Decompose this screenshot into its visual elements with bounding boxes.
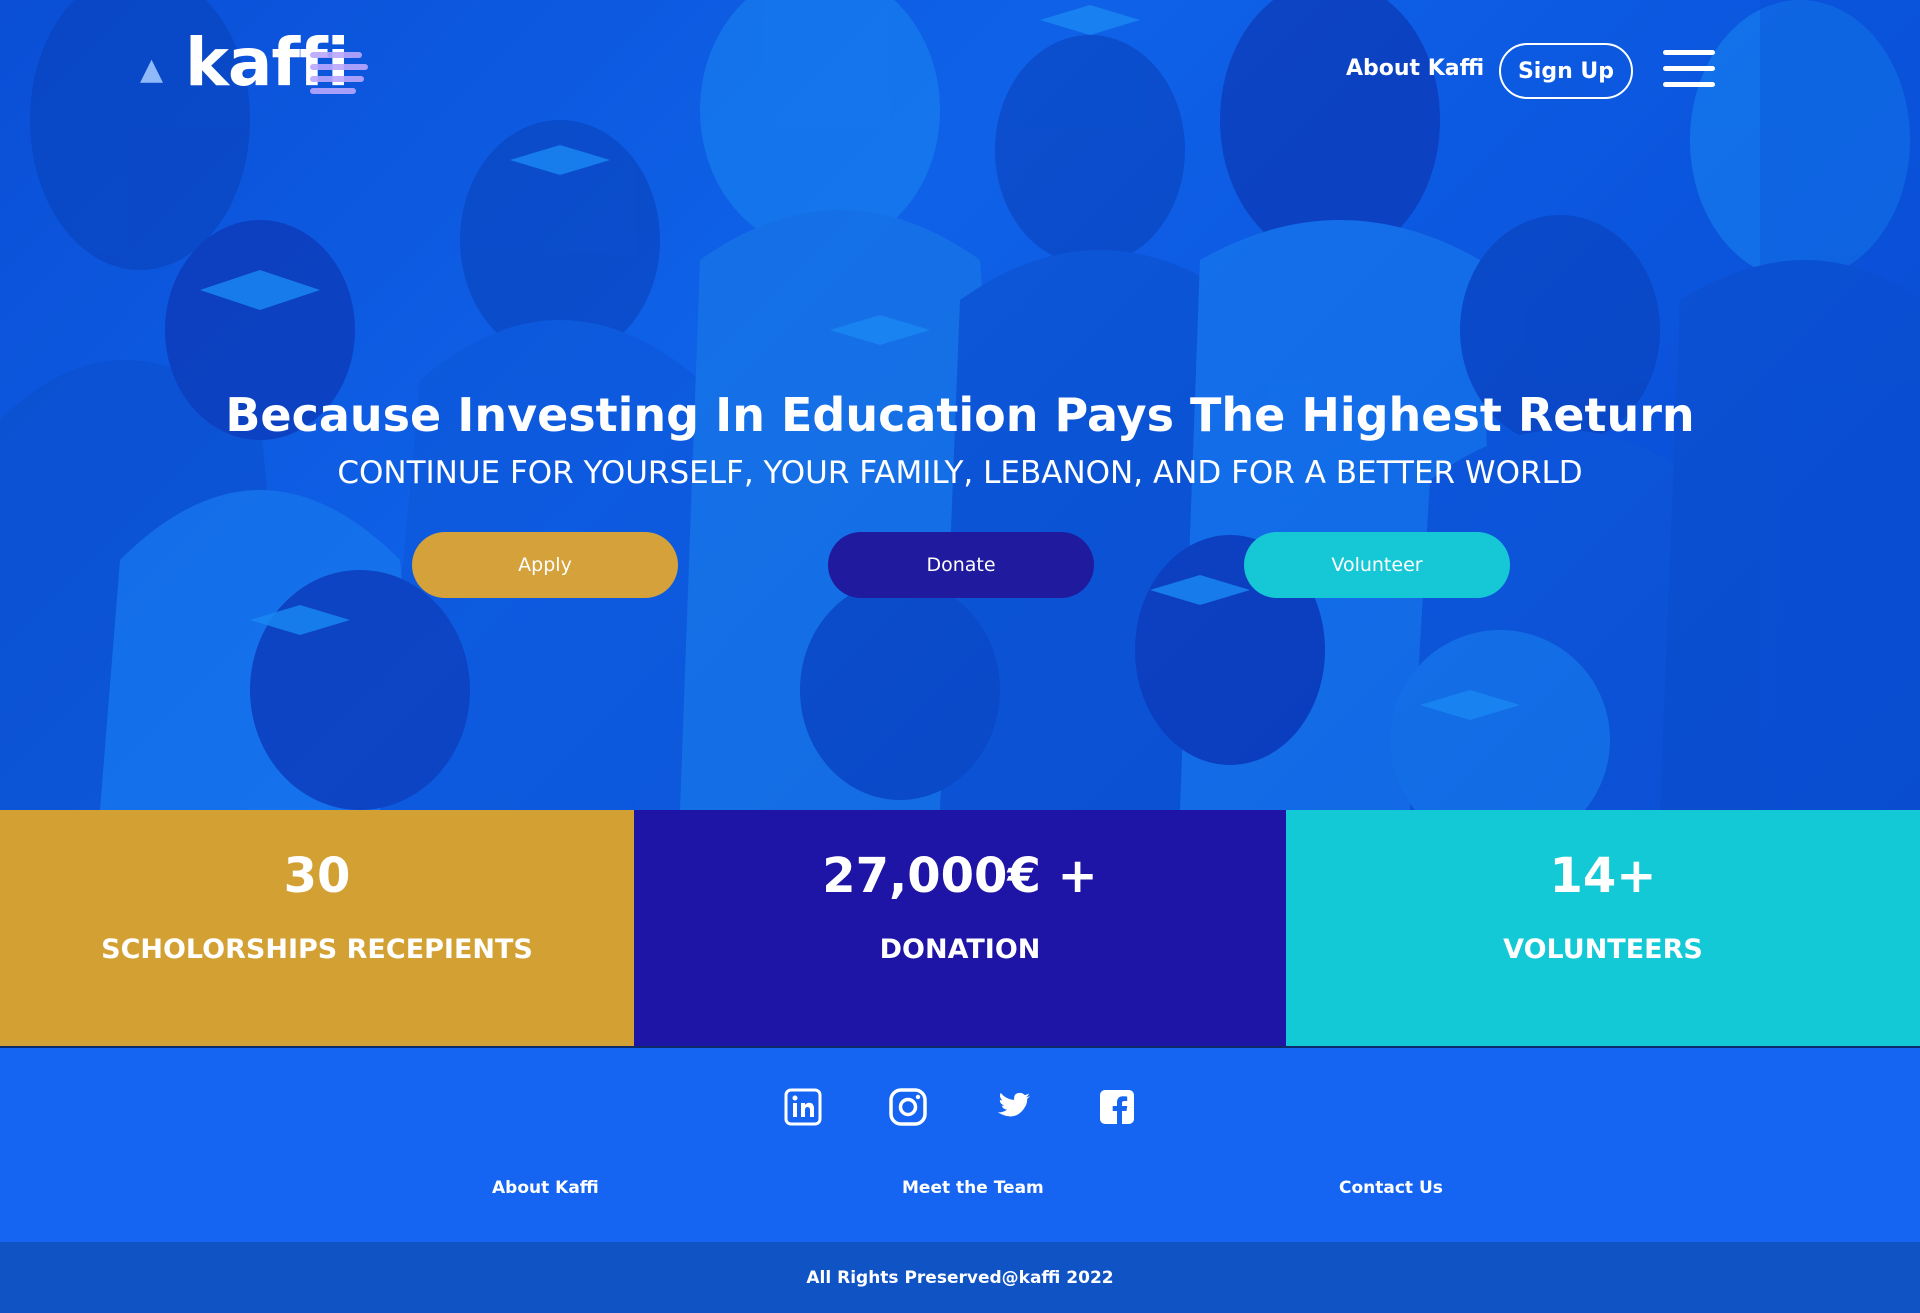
stat-value: 30: [283, 848, 351, 904]
footer-contact-link[interactable]: Contact Us: [1339, 1178, 1443, 1198]
volunteer-button[interactable]: Volunteer: [1244, 532, 1510, 598]
stat-value: 14+: [1549, 848, 1657, 904]
copyright-text: All Rights Preserved@kaffi 2022: [806, 1267, 1114, 1288]
twitter-icon[interactable]: [993, 1087, 1033, 1127]
stats-section: 30 SCHOLORSHIPS RECEPIENTS 27,000€ + DON…: [0, 810, 1920, 1048]
cedar-tree-icon: ▲: [140, 52, 164, 87]
footer-about-link[interactable]: About Kaffi: [492, 1178, 599, 1198]
kaffi-logo[interactable]: ▲ kaffi: [140, 30, 380, 120]
stat-label: DONATION: [879, 934, 1041, 965]
instagram-icon[interactable]: [888, 1087, 928, 1127]
hamburger-menu-icon[interactable]: [1663, 50, 1715, 90]
footer-team-link[interactable]: Meet the Team: [902, 1178, 1044, 1198]
stat-volunteers: 14+ VOLUNTEERS: [1286, 810, 1920, 1048]
facebook-icon[interactable]: [1097, 1087, 1137, 1127]
hero-section: ▲ kaffi About Kaffi Sign Up Because Inve…: [0, 0, 1920, 810]
hero-subtitle: CONTINUE FOR YOURSELF, YOUR FAMILY, LEBA…: [337, 455, 1583, 491]
stat-label: VOLUNTEERS: [1503, 934, 1703, 965]
stat-value: 27,000€ +: [822, 848, 1098, 904]
logo-lines-icon: [310, 52, 370, 100]
donate-button[interactable]: Donate: [828, 532, 1094, 598]
apply-button[interactable]: Apply: [412, 532, 678, 598]
sign-up-button[interactable]: Sign Up: [1499, 43, 1633, 99]
stat-label: SCHOLORSHIPS RECEPIENTS: [101, 934, 533, 965]
hero-title: Because Investing In Education Pays The …: [225, 388, 1695, 442]
nav-about-link[interactable]: About Kaffi: [1346, 56, 1484, 81]
stat-donation: 27,000€ + DONATION: [634, 810, 1286, 1048]
copyright-bar: All Rights Preserved@kaffi 2022: [0, 1242, 1920, 1313]
linkedin-icon[interactable]: [783, 1087, 823, 1127]
footer: [0, 1048, 1920, 1242]
stat-scholarships: 30 SCHOLORSHIPS RECEPIENTS: [0, 810, 634, 1048]
